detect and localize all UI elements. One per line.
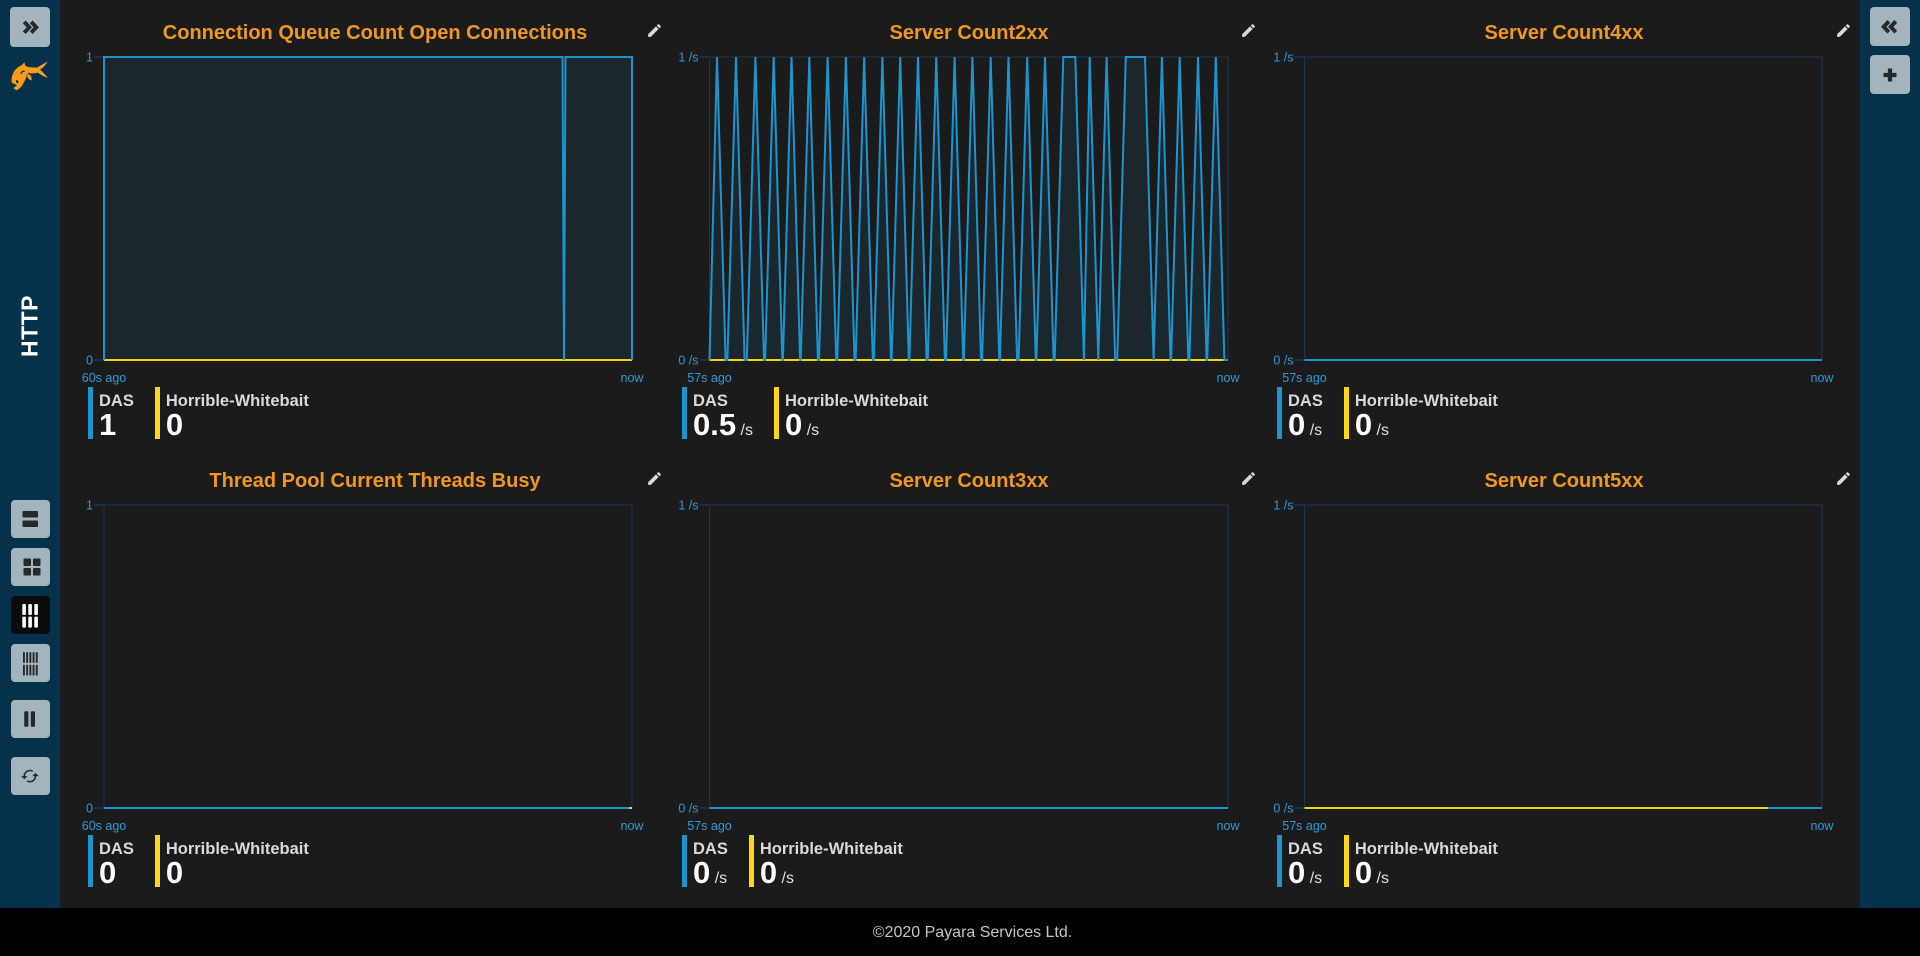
- svg-text:now: now: [621, 371, 645, 385]
- svg-text:1: 1: [86, 499, 93, 513]
- svg-text:0: 0: [86, 802, 93, 816]
- svg-text:now: now: [1217, 371, 1241, 385]
- svg-text:1 /s: 1 /s: [678, 499, 698, 513]
- svg-text:60s ago: 60s ago: [82, 819, 127, 833]
- svg-text:57s ago: 57s ago: [687, 371, 732, 385]
- svg-text:now: now: [1217, 819, 1241, 833]
- svg-text:1 /s: 1 /s: [1273, 499, 1293, 513]
- svg-text:0 /s: 0 /s: [678, 354, 698, 368]
- svg-text:1 /s: 1 /s: [678, 51, 698, 65]
- svg-text:1: 1: [86, 51, 93, 65]
- svg-text:0 /s: 0 /s: [678, 802, 698, 816]
- svg-text:now: now: [1811, 819, 1835, 833]
- svg-text:1 /s: 1 /s: [1273, 51, 1293, 65]
- svg-text:57s ago: 57s ago: [687, 819, 732, 833]
- svg-text:now: now: [621, 819, 645, 833]
- svg-text:60s ago: 60s ago: [82, 371, 127, 385]
- svg-text:0: 0: [86, 354, 93, 368]
- svg-text:0 /s: 0 /s: [1273, 354, 1293, 368]
- svg-text:0 /s: 0 /s: [1273, 802, 1293, 816]
- svg-text:57s ago: 57s ago: [1282, 371, 1327, 385]
- svg-text:57s ago: 57s ago: [1282, 819, 1327, 833]
- svg-text:now: now: [1811, 371, 1835, 385]
